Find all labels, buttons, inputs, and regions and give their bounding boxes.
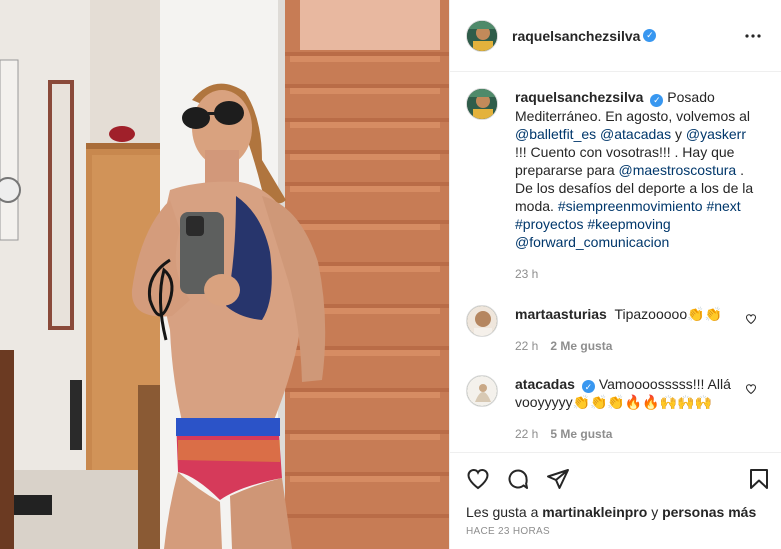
comment-body: martaasturias Tipazooooo👏👏 22 h 2 Me gus… [515, 305, 743, 355]
likes-middle: y [651, 504, 659, 520]
post-image [0, 0, 449, 549]
comment-text: Tipazooooo👏👏 [614, 305, 722, 322]
post-timestamp[interactable]: HACE 23 HORAS [450, 520, 781, 549]
comment-likes[interactable]: 5 Me gusta [550, 425, 612, 443]
caption-meta: 23 h [515, 265, 761, 283]
comment-icon[interactable] [506, 467, 530, 491]
mention-link[interactable]: @atacadas [600, 126, 671, 142]
mention-link[interactable]: @balletfit_es [515, 126, 596, 142]
caption-time[interactable]: 23 h [515, 265, 538, 283]
hashtag-link[interactable]: #keepmoving [587, 216, 670, 232]
commenter-username[interactable]: atacadas [515, 376, 575, 392]
post-header: raquelsanchezsilva ✓ [450, 0, 781, 72]
avatar-image [467, 20, 497, 51]
comment-like-heart-icon[interactable] [745, 313, 757, 325]
author-avatar[interactable] [466, 19, 498, 52]
mention-link[interactable]: @maestroscostura [619, 162, 737, 178]
comments-area[interactable]: raquelsanchezsilva ✓ Posado Mediterráneo.… [450, 72, 781, 452]
likes-summary: Les gusta a martinakleinpro y personas m… [450, 504, 781, 520]
caption-username[interactable]: raquelsanchezsilva [515, 89, 643, 105]
verified-badge-icon: ✓ [643, 29, 657, 42]
commenter-avatar[interactable] [466, 374, 498, 407]
more-options-glyph [745, 33, 761, 38]
caption-author-avatar[interactable] [466, 88, 498, 120]
verified-badge-icon: ✓ [650, 93, 664, 107]
post-actions-bar [450, 452, 781, 504]
comment-meta: 22 h 5 Me gusta [515, 425, 743, 443]
mention-link[interactable]: @yaskerr [686, 126, 746, 142]
post-photo[interactable] [0, 0, 449, 549]
more-options-icon[interactable] [741, 24, 765, 48]
caption-text: y [674, 125, 682, 142]
comment-body: atacadas ✓ Vamoooosssss!!! Allá vooyyyyy👏… [515, 375, 743, 444]
hashtag-link[interactable]: #next [706, 198, 740, 214]
paper-plane-icon[interactable] [546, 467, 570, 491]
post-details-panel: raquelsanchezsilva ✓ raquelsanchezsilva … [449, 0, 781, 549]
comment-item: atacadas ✓ Vamoooosssss!!! Allá vooyyyyy👏… [466, 374, 765, 444]
avatar-image [467, 305, 497, 336]
commenter-avatar[interactable] [466, 304, 498, 337]
heart-icon[interactable] [466, 467, 490, 491]
liker-username[interactable]: martinakleinpro [542, 504, 647, 520]
comment-time[interactable]: 22 h [515, 425, 538, 443]
mention-link[interactable]: @forward_comunicacion [515, 234, 669, 250]
post-caption: raquelsanchezsilva ✓ Posado Mediterráneo.… [466, 88, 765, 283]
likes-others-link[interactable]: personas más [662, 504, 756, 520]
author-username[interactable]: raquelsanchezsilva [512, 28, 640, 44]
author-name-block: raquelsanchezsilva ✓ [512, 28, 741, 44]
comment-time[interactable]: 22 h [515, 337, 538, 355]
hashtag-link[interactable]: #siempreenmovimiento [558, 198, 703, 214]
comment-item: martaasturias Tipazooooo👏👏 22 h 2 Me gus… [466, 304, 765, 355]
hashtag-link[interactable]: #proyectos [515, 216, 583, 232]
comment-meta: 22 h 2 Me gusta [515, 337, 743, 355]
verified-badge-icon: ✓ [581, 380, 595, 393]
comment-likes[interactable]: 2 Me gusta [550, 337, 612, 355]
avatar-image [467, 89, 497, 119]
likes-prefix: Les gusta a [466, 504, 539, 520]
caption-body: raquelsanchezsilva ✓ Posado Mediterráneo.… [515, 88, 765, 283]
instagram-post-view: raquelsanchezsilva ✓ raquelsanchezsilva … [0, 0, 781, 549]
comment-like-heart-icon[interactable] [745, 383, 757, 395]
commenter-username[interactable]: martaasturias [515, 306, 607, 322]
bookmark-icon[interactable] [747, 467, 771, 491]
avatar-image [467, 375, 497, 406]
